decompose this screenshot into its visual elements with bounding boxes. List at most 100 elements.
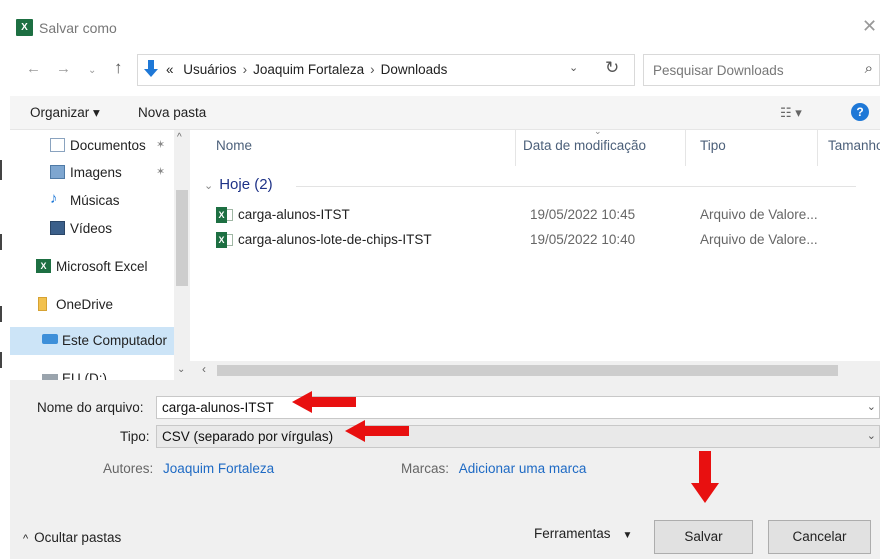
annotation-arrow-head — [345, 420, 365, 442]
group-label: Hoje (2) — [219, 176, 273, 193]
organize-button[interactable]: Organizar ▾ — [30, 105, 100, 121]
nav-item-microsoft-excel[interactable]: X Microsoft Excel — [10, 254, 174, 280]
breadcrumb-overflow[interactable]: « — [166, 62, 174, 77]
column-divider[interactable] — [515, 130, 516, 166]
nav-item-label: OneDrive — [56, 297, 114, 312]
command-bar: Organizar ▾ Nova pasta ☷ ▾ ? — [10, 96, 880, 130]
nav-item-musicas[interactable]: ♪ Músicas — [10, 188, 174, 214]
horizontal-scrollbar[interactable]: ‹ — [190, 361, 880, 380]
filename-value: carga-alunos-ITST — [162, 400, 274, 415]
tools-button[interactable]: Ferramentas ▼ — [534, 526, 632, 541]
file-date: 19/05/2022 10:40 — [530, 232, 636, 247]
onedrive-icon — [38, 297, 47, 311]
breadcrumb-item-downloads[interactable]: Downloads — [381, 62, 448, 77]
file-row[interactable]: X carga-alunos-lote-de-chips-ITST 19/05/… — [216, 229, 876, 253]
save-button[interactable]: Salvar — [654, 520, 753, 554]
column-header-size[interactable]: Tamanho — [828, 138, 880, 153]
up-arrow-icon[interactable]: ↑ — [114, 58, 123, 78]
sort-indicator-icon: ⌄ — [594, 130, 602, 136]
search-input[interactable]: Pesquisar Downloads ⌕ — [643, 54, 880, 86]
recent-locations-chevron-icon[interactable]: ⌄ — [88, 65, 96, 76]
tags-label: Marcas: — [401, 461, 450, 476]
search-icon[interactable]: ⌕ — [865, 60, 873, 77]
tags-field: Marcas: Adicionar uma marca — [401, 461, 586, 476]
background-window-edge — [0, 0, 10, 559]
nav-item-este-computador[interactable]: Este Computador — [10, 327, 174, 355]
scrollbar-thumb[interactable] — [217, 365, 838, 376]
authors-value[interactable]: Joaquim Fortaleza — [163, 461, 274, 476]
videos-icon — [50, 221, 65, 235]
close-icon[interactable]: ✕ — [862, 16, 880, 37]
address-row: ← → ⌄ ↑ « Usuários › Joaquim Fortaleza › Dow… — [10, 46, 880, 96]
forward-arrow-icon[interactable]: → — [56, 60, 71, 77]
help-icon[interactable]: ? — [851, 103, 869, 121]
annotation-arrow-shaft — [310, 397, 356, 407]
nav-item-label: EU (D:) — [62, 371, 107, 380]
save-form: Nome do arquivo: carga-alunos-ITST ⌄ Tip… — [10, 380, 880, 559]
refresh-icon[interactable]: ↻ — [605, 58, 619, 78]
column-divider[interactable] — [817, 130, 818, 166]
nav-item-label: Músicas — [70, 193, 120, 208]
title-bar: X Salvar como ✕ — [10, 0, 880, 46]
hide-folders-button[interactable]: ^ Ocultar pastas — [23, 530, 121, 545]
view-options-icon[interactable]: ☷ ▾ — [780, 105, 802, 121]
group-divider — [296, 186, 856, 187]
nav-scrollbar[interactable]: ^ ⌄ — [174, 130, 190, 380]
breadcrumb-item-usuarios[interactable]: Usuários — [183, 62, 236, 77]
scroll-down-icon[interactable]: ⌄ — [177, 364, 185, 375]
tools-label: Ferramentas — [534, 526, 611, 541]
scrollbar-thumb[interactable] — [176, 190, 188, 286]
cancel-button[interactable]: Cancelar — [768, 520, 871, 554]
back-arrow-icon[interactable]: ← — [26, 60, 41, 77]
column-header-date[interactable]: Data de modificação — [523, 138, 646, 153]
music-icon: ♪ — [50, 190, 58, 207]
scroll-left-icon[interactable]: ‹ — [202, 362, 206, 376]
column-divider[interactable] — [685, 130, 686, 166]
edge-mark — [0, 306, 2, 322]
column-header-type[interactable]: Tipo — [700, 138, 726, 153]
nav-item-label: Documentos — [70, 138, 146, 153]
search-placeholder: Pesquisar Downloads — [653, 63, 784, 78]
nav-item-videos[interactable]: Vídeos — [10, 216, 174, 242]
group-header[interactable]: ⌄ Hoje (2) — [204, 176, 273, 193]
filename-label: Nome do arquivo: — [37, 400, 144, 415]
pin-icon[interactable]: ✶ — [156, 138, 165, 151]
nav-item-onedrive[interactable]: OneDrive — [10, 292, 174, 318]
file-list: Nome ⌄ Data de modificação Tipo Tamanho … — [190, 130, 880, 380]
authors-field: Autores: Joaquim Fortaleza — [103, 461, 274, 476]
file-type: Arquivo de Valore... — [700, 232, 818, 247]
downloads-arrow-icon — [144, 60, 158, 78]
nav-item-label: Vídeos — [70, 221, 113, 236]
nav-item-drive-d[interactable]: EU (D:) — [10, 366, 174, 380]
pin-icon[interactable]: ✶ — [156, 165, 165, 178]
nav-item-label: Microsoft Excel — [56, 259, 148, 274]
file-type-select[interactable]: CSV (separado por vírgulas) ⌄ — [156, 425, 880, 448]
chevron-down-icon[interactable]: ⌄ — [867, 400, 876, 413]
edge-mark — [0, 160, 2, 180]
chevron-right-icon[interactable]: › — [243, 62, 248, 77]
new-folder-button[interactable]: Nova pasta — [138, 105, 206, 120]
window-title: Salvar como — [39, 20, 117, 36]
file-date: 19/05/2022 10:45 — [530, 207, 636, 222]
file-type-value: CSV (separado por vírgulas) — [162, 429, 334, 444]
excel-app-icon: X — [16, 19, 33, 36]
chevron-down-icon[interactable]: ⌄ — [204, 180, 213, 192]
computer-icon — [42, 334, 58, 344]
scroll-up-icon[interactable]: ^ — [177, 132, 182, 143]
address-bar[interactable]: « Usuários › Joaquim Fortaleza › Downloads ⌄… — [137, 54, 635, 86]
file-row[interactable]: X carga-alunos-ITST 19/05/2022 10:45 Arq… — [216, 204, 876, 228]
nav-item-documentos[interactable]: Documentos ✶ — [10, 133, 174, 159]
excel-icon: X — [36, 259, 51, 273]
breadcrumb-item-user[interactable]: Joaquim Fortaleza — [253, 62, 364, 77]
edge-mark — [0, 352, 2, 368]
chevron-down-icon[interactable]: ⌄ — [867, 429, 876, 442]
file-name: carga-alunos-ITST — [238, 207, 350, 222]
chevron-right-icon[interactable]: › — [370, 62, 375, 77]
nav-item-imagens[interactable]: Imagens ✶ — [10, 160, 174, 186]
column-header-name[interactable]: Nome — [216, 138, 252, 153]
pictures-icon — [50, 165, 65, 179]
filename-input[interactable]: carga-alunos-ITST ⌄ — [156, 396, 880, 419]
chevron-down-icon[interactable]: ⌄ — [569, 61, 578, 74]
add-tag-link[interactable]: Adicionar uma marca — [459, 461, 587, 476]
caret-down-icon: ▼ — [622, 530, 633, 541]
